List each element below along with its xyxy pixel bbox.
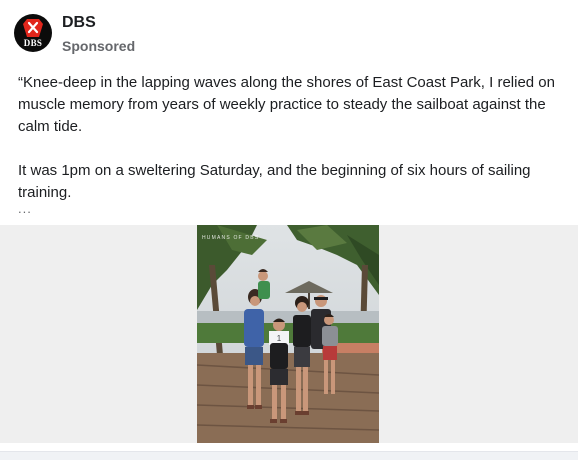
- dbs-logo-icon: [23, 19, 43, 37]
- watermark-text: HUMANS OF DBS: [202, 235, 260, 241]
- post-body: “Knee-deep in the lapping waves along th…: [18, 72, 563, 217]
- post-paragraph: “Knee-deep in the lapping waves along th…: [18, 74, 555, 135]
- dbs-avatar[interactable]: DBS: [14, 14, 52, 52]
- family-photo-image: 1: [197, 225, 379, 443]
- avatar-brand-text: DBS: [23, 38, 43, 48]
- advertiser-name[interactable]: DBS: [62, 13, 135, 33]
- post-meta: DBS Sponsored: [62, 12, 135, 55]
- post-media[interactable]: 1 HUMANS OF DBS: [0, 225, 578, 443]
- sign-text: 1: [277, 334, 282, 343]
- see-more-ellipsis[interactable]: ...: [18, 201, 563, 217]
- family-photo[interactable]: 1 HUMANS OF DBS: [197, 225, 379, 443]
- post-header: DBS DBS Sponsored: [14, 12, 135, 54]
- sponsored-label[interactable]: Sponsored: [62, 37, 135, 55]
- post-paragraph: It was 1pm on a sweltering Saturday, and…: [18, 162, 531, 201]
